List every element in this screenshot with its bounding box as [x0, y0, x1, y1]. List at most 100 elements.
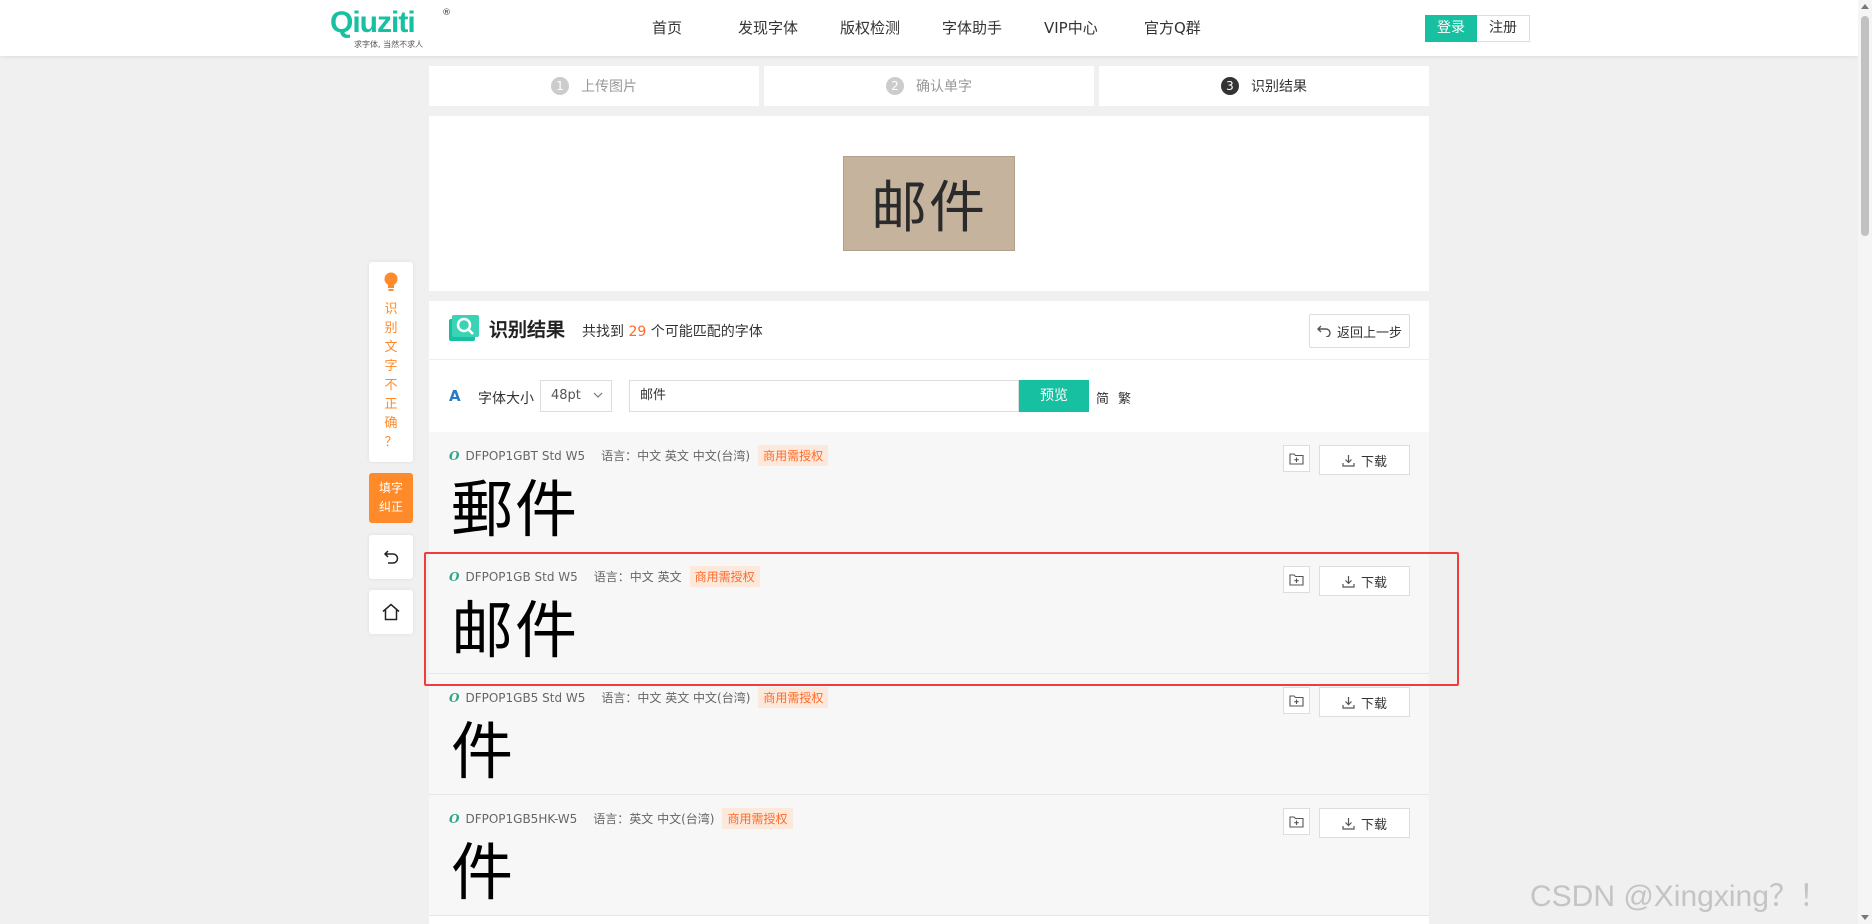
- lightbulb-icon: [384, 272, 398, 291]
- step-label: 识别结果: [1251, 79, 1307, 95]
- nav-discover-fonts[interactable]: 发现字体: [738, 0, 840, 56]
- uploaded-image-text: 邮件: [871, 176, 987, 241]
- results-header: 识别结果 共找到 29 个可能匹配的字体 返回上一步: [429, 301, 1429, 360]
- font-sample: 郵件: [451, 473, 580, 546]
- folder-add-icon: [1289, 453, 1304, 465]
- home-icon: [382, 603, 400, 621]
- uploaded-image: 邮件: [843, 156, 1015, 251]
- font-size-value: 48pt: [551, 388, 581, 403]
- fill-label-line2: 纠正: [378, 500, 403, 514]
- font-result-row[interactable]: O DFPOP1GB5 Std W5 语言：中文 英文 中文(台湾) 商用需授权…: [429, 674, 1429, 795]
- progress-steps: 1 上传图片 2 确认单字 3 识别结果: [429, 66, 1429, 106]
- results-title: 识别结果: [489, 319, 566, 341]
- font-languages: 语言：中文 英文 中文(台湾): [601, 449, 751, 463]
- wrong-recognition-tip[interactable]: 识别文字不正确？: [369, 262, 413, 462]
- page-scrollbar[interactable]: [1858, 0, 1872, 924]
- main-nav: 首页 发现字体 版权检测 字体助手 VIP中心 官方Q群: [630, 0, 1244, 56]
- font-result-row[interactable]: O DFPOP1GB5HK-W5 语言：英文 中文(台湾) 商用需授权 件 下载: [429, 795, 1429, 916]
- add-to-folder-button[interactable]: [1283, 687, 1310, 714]
- undo-side-button[interactable]: [369, 535, 413, 579]
- font-meta: O DFPOP1GB5 Std W5 语言：中文 英文 中文(台湾) 商用需授权: [449, 687, 829, 708]
- download-icon: [1342, 454, 1355, 467]
- font-result-row[interactable]: O DFPOP1GBT Std W5 语言：中文 英文 中文(台湾) 商用需授权…: [429, 432, 1429, 553]
- font-name[interactable]: DFPOP1GB5 Std W5: [465, 691, 585, 705]
- font-meta: O DFPOP1GB5HK-W5 语言：英文 中文(台湾) 商用需授权: [449, 808, 793, 829]
- register-button[interactable]: 注册: [1477, 15, 1530, 42]
- fill-label-line1: 填字: [378, 481, 403, 495]
- nav-official-qq-group[interactable]: 官方Q群: [1144, 0, 1244, 56]
- fill-correct-button[interactable]: 填字 纠正: [369, 473, 413, 523]
- license-badge: 商用需授权: [758, 687, 829, 708]
- top-navbar: Qiuziti ® 求字体, 当然不求人 首页 发现字体 版权检测 字体助手 V…: [0, 0, 1858, 56]
- step-number: 3: [1221, 77, 1239, 95]
- undo-icon: [383, 550, 399, 564]
- font-name[interactable]: DFPOP1GBT Std W5: [465, 449, 585, 463]
- qiuziti-logo[interactable]: Qiuziti ® 求字体, 当然不求人: [330, 6, 454, 50]
- font-type-icon: O: [449, 690, 460, 705]
- step-number: 2: [886, 77, 904, 95]
- folder-add-icon: [1289, 695, 1304, 707]
- count-suffix: 个可能匹配的字体: [650, 324, 763, 340]
- add-to-folder-button[interactable]: [1283, 445, 1310, 472]
- font-size-select[interactable]: 48pt: [540, 380, 612, 412]
- font-languages: 语言：中文 英文 中文(台湾): [601, 691, 751, 705]
- nav-home[interactable]: 首页: [630, 0, 738, 56]
- preview-text-input[interactable]: 邮件: [629, 380, 1019, 412]
- simplified-option[interactable]: 简: [1096, 388, 1109, 407]
- search-result-icon: [449, 315, 479, 341]
- add-to-folder-button[interactable]: [1283, 808, 1310, 835]
- step-label: 上传图片: [581, 79, 637, 95]
- font-sample: 件: [451, 715, 516, 788]
- login-button[interactable]: 登录: [1425, 15, 1477, 42]
- font-meta: O DFPOP1GBT Std W5 语言：中文 英文 中文(台湾) 商用需授权: [449, 445, 829, 466]
- tip-text: 识别文字不正确？: [369, 300, 413, 452]
- download-button[interactable]: 下载: [1319, 445, 1410, 475]
- font-size-icon: A: [449, 387, 461, 405]
- font-sample: 件: [451, 836, 516, 909]
- nav-copyright-check[interactable]: 版权检测: [840, 0, 942, 56]
- home-side-button[interactable]: [369, 590, 413, 634]
- uploaded-image-panel: 邮件: [429, 116, 1429, 291]
- registered-mark: ®: [442, 8, 451, 18]
- step-label: 确认单字: [916, 79, 972, 95]
- download-button[interactable]: 下载: [1319, 687, 1410, 717]
- back-button[interactable]: 返回上一步: [1309, 314, 1410, 348]
- preview-toolbar: A 字体大小 48pt 邮件 预览 简 繁: [429, 361, 1429, 432]
- match-count: 29: [628, 324, 647, 340]
- traditional-option[interactable]: 繁: [1118, 388, 1131, 407]
- preview-button[interactable]: 预览: [1019, 380, 1089, 412]
- count-prefix: 共找到: [582, 324, 624, 340]
- font-type-icon: O: [449, 811, 460, 826]
- chevron-down-icon: [593, 392, 603, 398]
- scroll-thumb[interactable]: [1861, 16, 1869, 236]
- step-confirm-characters: 2 确认单字: [764, 66, 1094, 106]
- tip-text-content: 识别文字不正确？: [384, 302, 398, 450]
- step-upload-image: 1 上传图片: [429, 66, 759, 106]
- nav-vip-center[interactable]: VIP中心: [1044, 0, 1144, 56]
- undo-icon: [1316, 325, 1331, 337]
- csdn-watermark: CSDN @Xingxing？！: [1530, 880, 1829, 913]
- step-recognition-result: 3 识别结果: [1099, 66, 1429, 106]
- font-name[interactable]: DFPOP1GB5HK-W5: [465, 812, 577, 826]
- download-label: 下载: [1360, 454, 1387, 470]
- license-badge: 商用需授权: [722, 808, 793, 829]
- download-label: 下载: [1360, 817, 1387, 833]
- scroll-up-arrow-icon[interactable]: [1861, 4, 1869, 9]
- download-icon: [1342, 817, 1355, 830]
- font-type-icon: O: [449, 448, 460, 463]
- download-icon: [1342, 696, 1355, 709]
- font-languages: 语言：英文 中文(台湾): [593, 812, 715, 826]
- download-label: 下载: [1360, 696, 1387, 712]
- highlight-box: [424, 552, 1459, 686]
- logo-text: Qiuziti: [330, 6, 416, 39]
- back-label: 返回上一步: [1336, 325, 1402, 341]
- folder-add-icon: [1289, 816, 1304, 828]
- step-number: 1: [551, 77, 569, 95]
- results-count-text: 共找到 29 个可能匹配的字体: [582, 321, 763, 341]
- download-button[interactable]: 下载: [1319, 808, 1410, 838]
- license-badge: 商用需授权: [758, 445, 829, 466]
- logo-tagline: 求字体, 当然不求人: [354, 40, 424, 49]
- scroll-down-arrow-icon[interactable]: [1861, 915, 1869, 920]
- font-size-label: 字体大小: [478, 391, 534, 407]
- nav-font-assistant[interactable]: 字体助手: [942, 0, 1044, 56]
